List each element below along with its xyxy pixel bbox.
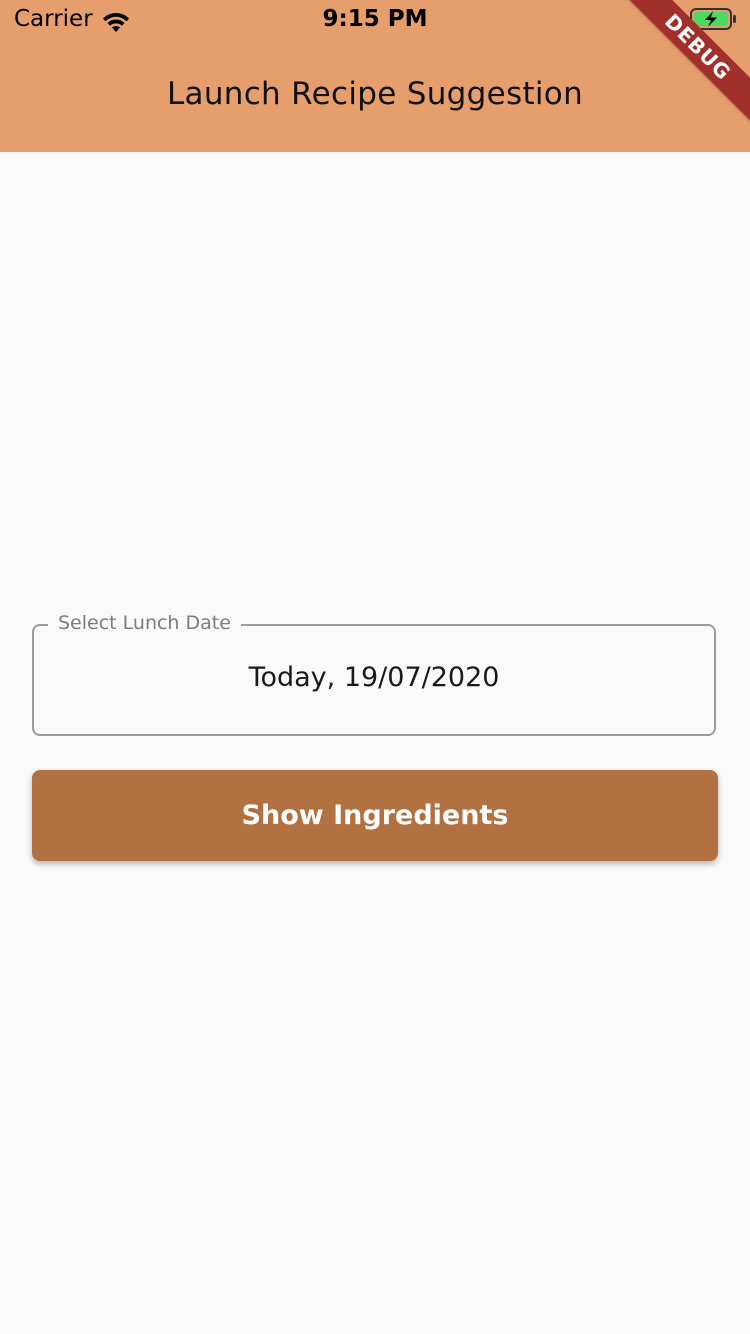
show-ingredients-button[interactable]: Show Ingredients xyxy=(32,770,718,861)
page-title: Launch Recipe Suggestion xyxy=(166,76,584,112)
lunch-date-field[interactable]: Select Lunch Date Today, 19/07/2020 xyxy=(32,612,716,736)
app-bar: Carrier 9:15 PM Launch Recipe Suggestion… xyxy=(0,0,750,152)
lunch-date-value: Today, 19/07/2020 xyxy=(248,662,500,693)
status-time: 9:15 PM xyxy=(322,6,428,32)
lunch-date-label: Select Lunch Date xyxy=(48,612,241,634)
